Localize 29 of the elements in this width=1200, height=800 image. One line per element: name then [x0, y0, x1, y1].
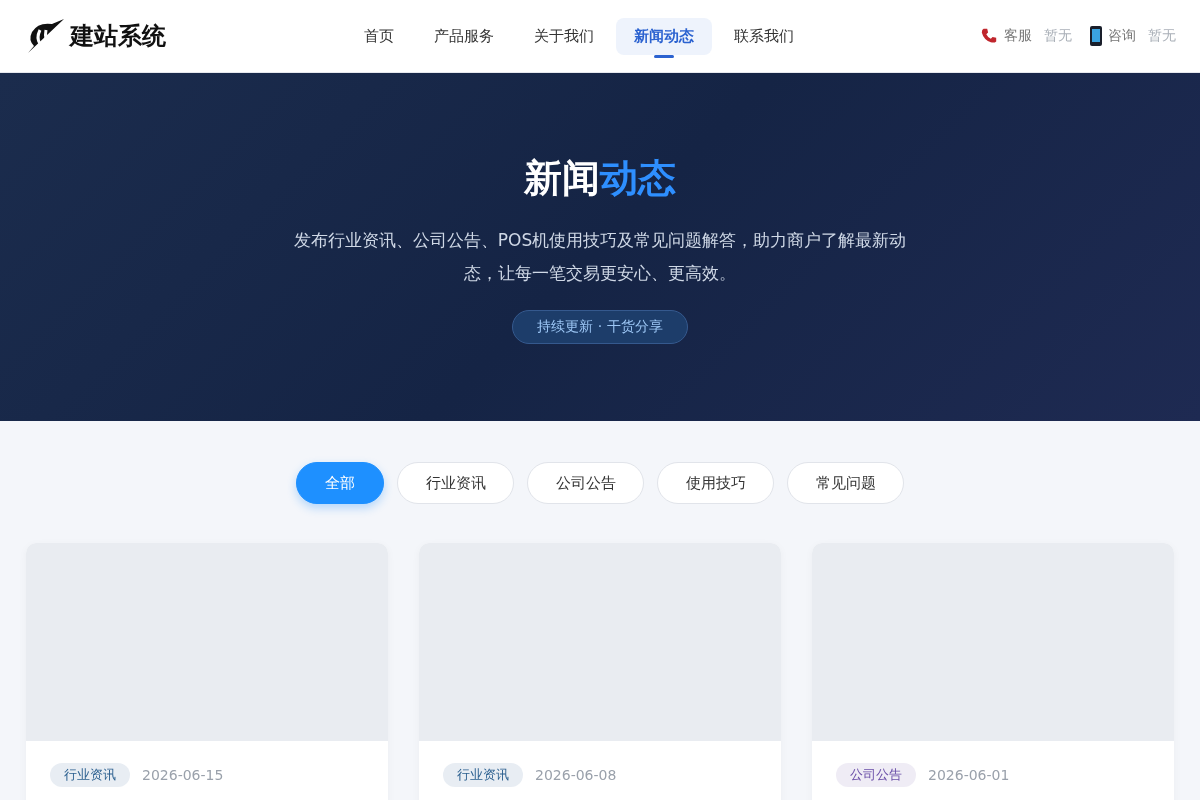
- filter-tab[interactable]: 公司公告: [527, 462, 644, 504]
- news-card[interactable]: 行业资讯 2026-06-08: [419, 543, 781, 800]
- filter-tab[interactable]: 常见问题: [787, 462, 904, 504]
- category-tag: 行业资讯: [443, 763, 523, 787]
- phone-icon: [980, 27, 998, 45]
- nav-link[interactable]: 新闻动态: [616, 17, 712, 55]
- nav-link[interactable]: 首页: [346, 17, 412, 55]
- category-tag: 行业资讯: [50, 763, 130, 787]
- hero-title: 新闻: [524, 155, 600, 202]
- nav-link[interactable]: 关于我们: [516, 17, 612, 55]
- date-text: 2026-06-08: [535, 767, 617, 783]
- hero-title: 动态: [600, 155, 676, 202]
- contact-label: 咨询: [1108, 27, 1136, 45]
- mobile-phone-icon: [1090, 26, 1102, 46]
- nav-link[interactable]: 产品服务: [416, 17, 512, 55]
- contact-label: 客服: [1004, 27, 1032, 45]
- hero-subtitle: 发布行业资讯、公司公告、POS机使用技巧及常见问题解答，助力商户了解最新动态，让每一笔交易更安心、更高效。: [292, 229, 908, 285]
- contact-value: 暂无: [1044, 27, 1072, 45]
- filter-tab[interactable]: 使用技巧: [657, 462, 774, 504]
- date-text: 2026-06-15: [142, 767, 224, 783]
- filter-tab[interactable]: 行业资讯: [397, 462, 514, 504]
- hero-badge: 持续更新 · 干货分享: [512, 310, 688, 344]
- date-text: 2026-06-01: [928, 767, 1010, 783]
- news-card[interactable]: 行业资讯 2026-06-15: [26, 543, 388, 800]
- contact-value: 暂无: [1148, 27, 1176, 45]
- logo-text: 建站系统: [70, 21, 166, 52]
- nav-link[interactable]: 联系我们: [716, 17, 812, 55]
- category-tag: 公司公告: [836, 763, 916, 787]
- news-card[interactable]: 公司公告 2026-06-01: [812, 543, 1174, 800]
